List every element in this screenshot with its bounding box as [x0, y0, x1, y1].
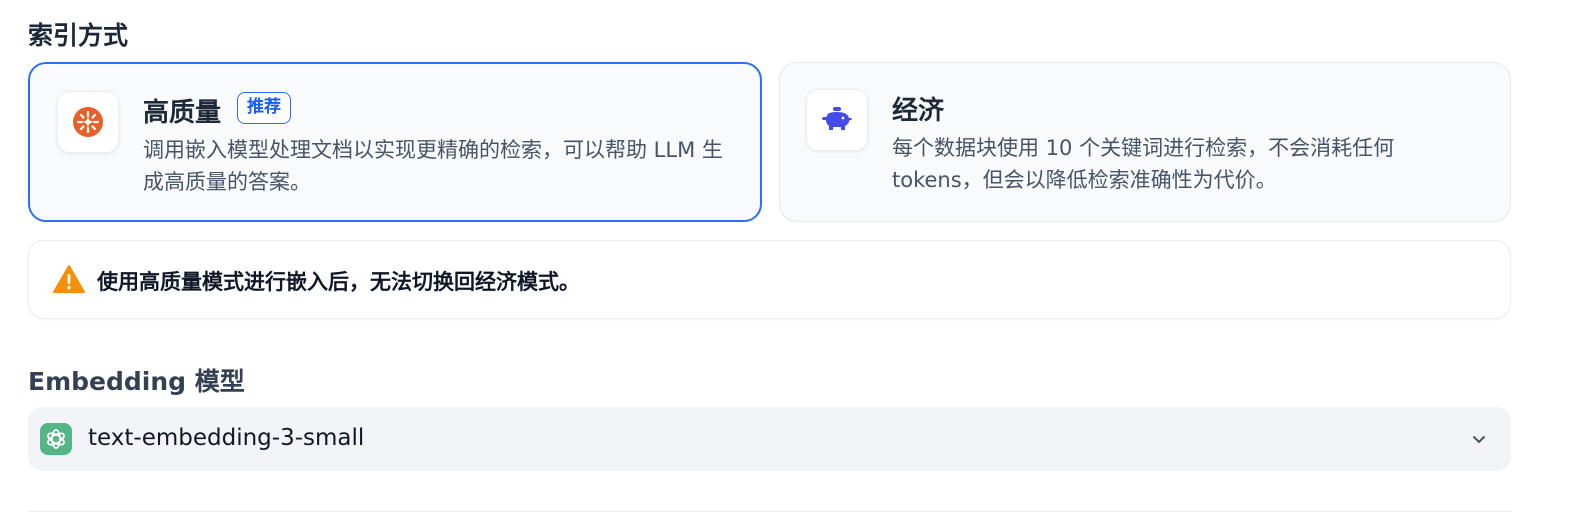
openai-icon — [40, 423, 72, 455]
high-quality-description: 调用嵌入模型处理文档以实现更精确的检索，可以帮助 LLM 生成高质量的答案。 — [143, 138, 723, 194]
embedding-model-label: Embedding 模型 — [28, 367, 245, 396]
economy-option-card[interactable]: 经济 每个数据块使用 10 个关键词进行检索，不会消耗任何 tokens，但会以… — [779, 62, 1511, 222]
economy-description: 每个数据块使用 10 个关键词进行检索，不会消耗任何 tokens，但会以降低检… — [892, 136, 1395, 192]
warning-notice: 使用高质量模式进行嵌入后，无法切换回经济模式。 — [28, 240, 1511, 319]
high-quality-title: 高质量 — [143, 98, 222, 128]
high-quality-icon-tile — [57, 91, 119, 153]
section-divider — [28, 511, 1511, 512]
high-quality-option-card[interactable]: 高质量 推荐 调用嵌入模型处理文档以实现更精确的检索，可以帮助 LLM 生成高质… — [28, 62, 762, 222]
warning-text: 使用高质量模式进行嵌入后，无法切换回经济模式。 — [97, 270, 580, 294]
section-title-index-method: 索引方式 — [28, 21, 129, 50]
chevron-down-icon — [1473, 436, 1485, 443]
embedding-model-select[interactable]: text-embedding-3-small — [28, 407, 1511, 471]
recommended-badge: 推荐 — [237, 92, 291, 124]
sparkle-burst-icon — [73, 107, 103, 137]
warning-triangle-icon — [53, 265, 85, 293]
economy-title: 经济 — [892, 96, 945, 126]
piggy-bank-icon — [822, 107, 852, 130]
economy-icon-tile — [806, 89, 868, 151]
selected-model-name: text-embedding-3-small — [88, 425, 365, 451]
